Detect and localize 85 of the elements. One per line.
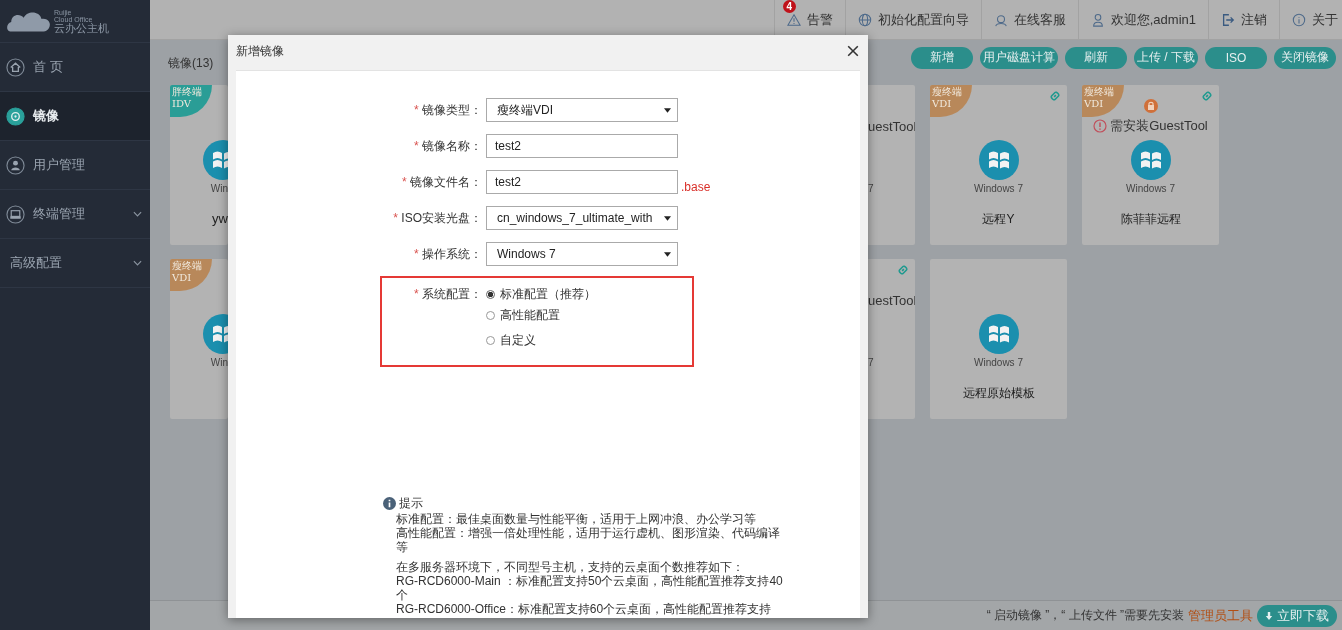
sidebar-item[interactable]: 镜像 <box>0 92 150 141</box>
dropdown-arrow-icon <box>664 251 671 257</box>
image-card[interactable]: 瘦终端 VDI Win <box>170 259 228 419</box>
radio-button[interactable] <box>486 290 495 299</box>
download-icon <box>1265 610 1273 621</box>
toolbar-button[interactable]: 关闭镜像 <box>1274 46 1336 69</box>
hint-text: RG-RCD6000-Office：标准配置支持60个云桌面，高性能配置推荐支持 <box>396 602 773 616</box>
field-label: * 镜像文件名： <box>401 173 482 191</box>
globe-icon <box>857 12 872 27</box>
os-label: 7 <box>868 357 874 368</box>
dialog-title: 新增镜像 <box>236 42 284 60</box>
os-label: 7 <box>868 183 874 194</box>
guest-tool-warning: uestTool <box>868 292 915 308</box>
file-extension: .base <box>681 180 711 194</box>
select-field[interactable]: Windows 7 <box>486 242 678 266</box>
toolbar-button[interactable]: ISO <box>1205 46 1267 69</box>
info-icon <box>1292 12 1306 27</box>
terminal-type-tag: 瘦终端 VDI <box>170 259 212 291</box>
os-label: Windows 7 <box>1126 183 1175 194</box>
image-name: 陈菲菲远程 <box>1120 211 1181 228</box>
hint-text: 标准配置：最佳桌面数量与性能平衡，适用于上网冲浪、办公学习等 <box>396 512 757 526</box>
os-label: Windows 7 <box>974 357 1023 368</box>
select-field[interactable]: cn_windows_7_ultimate_with <box>486 206 678 230</box>
brand-text: 云办公主机 <box>54 22 109 34</box>
image-card[interactable]: uestTool 7 <box>868 85 915 245</box>
toolbar-button[interactable]: 新增 <box>911 46 973 69</box>
os-label: Win <box>210 357 228 368</box>
dropdown-arrow-icon <box>664 107 671 113</box>
os-label: Win <box>210 183 228 194</box>
field-label: * 系统配置： <box>413 286 482 303</box>
hint-text: 高性能配置：增强一倍处理性能，适用于运行虚机、图形渲染、代码编译等 <box>396 526 781 554</box>
image-card[interactable]: uestTool 7 <box>868 259 915 419</box>
topbar-item[interactable]: 注销 <box>1208 0 1279 39</box>
image-card[interactable]: 瘦终端 VDI Windows 7 远程Y <box>930 85 1067 245</box>
os-label: Windows 7 <box>974 183 1023 194</box>
image-name: 远程原始模板 <box>962 385 1035 402</box>
toolbar-button[interactable]: 用户磁盘计算 <box>980 46 1058 69</box>
dropdown-arrow-icon <box>664 215 671 221</box>
download-button[interactable]: 立即下载 <box>1257 604 1337 627</box>
windows-logo-icon <box>1130 140 1171 180</box>
warning-icon <box>1093 119 1108 133</box>
guest-tool-warning: 需安装GuestTool <box>1110 117 1208 135</box>
home-icon <box>6 57 25 77</box>
field-label: * 操作系统： <box>413 245 482 263</box>
radio-label[interactable]: 高性能配置 <box>500 307 560 324</box>
radio-label[interactable]: 自定义 <box>500 332 536 349</box>
input-field[interactable]: test2 <box>486 134 678 158</box>
hint-title: 提示 <box>399 495 423 512</box>
image-card[interactable]: Windows 7 远程原始模板 <box>930 259 1067 419</box>
field-label: * 镜像名称： <box>413 137 482 155</box>
radio-button[interactable] <box>486 336 495 345</box>
image-name: 远程Y <box>982 211 1015 228</box>
info-icon <box>383 497 396 510</box>
hint-text: RG-RCD6000-Main ：标准配置支持50个云桌面，高性能配置推荐支持40个 <box>396 574 783 602</box>
windows-logo-icon <box>978 314 1019 354</box>
terminal-type-tag: 胖终端 IDV <box>170 85 212 117</box>
hint-text: 在多服务器环境下，不同型号主机，支持的云桌面个数推荐如下： <box>396 560 745 574</box>
terminal-type-tag: 瘦终端 VDI <box>1082 85 1124 117</box>
footer-note: “ 启动镜像 ”，“ 上传文件 ”需要先安装 <box>986 607 1184 624</box>
user-icon <box>6 155 25 175</box>
terminal-icon <box>6 204 25 224</box>
disc-icon <box>6 106 25 126</box>
image-card[interactable]: 胖终端 IDV Win yw <box>170 85 228 245</box>
logout-icon <box>1221 12 1235 27</box>
user-icon <box>1090 12 1105 27</box>
topbar-item[interactable]: 欢迎您,admin1 <box>1077 0 1208 39</box>
terminal-type-tag: 瘦终端 VDI <box>930 85 972 117</box>
image-name: yw <box>212 211 228 226</box>
windows-logo-icon <box>978 140 1019 180</box>
guest-tool-warning: uestTool <box>868 118 915 134</box>
warning-icon <box>786 12 801 27</box>
topbar-item[interactable]: 在线客服 <box>980 0 1078 39</box>
toolbar-button[interactable]: 上传 / 下载 <box>1134 46 1198 69</box>
alert-count-badge: 4 <box>782 0 796 13</box>
radio-button[interactable] <box>486 311 495 320</box>
page-title: 镜像(13) <box>168 55 214 72</box>
select-field[interactable]: 瘦终端VDI <box>486 98 678 122</box>
toolbar-button[interactable]: 刷新 <box>1065 46 1127 69</box>
topbar-item[interactable]: 关于 <box>1279 0 1342 39</box>
field-label: * 镜像类型： <box>413 101 482 119</box>
close-button[interactable] <box>846 44 860 58</box>
radio-label[interactable]: 标准配置（推荐） <box>500 286 596 303</box>
field-label: * ISO安装光盘： <box>392 209 482 227</box>
image-card[interactable]: 瘦终端 VDI 需安装GuestTool Windows 7 陈菲菲远程 <box>1082 85 1219 245</box>
input-field[interactable]: test2 <box>486 170 678 194</box>
